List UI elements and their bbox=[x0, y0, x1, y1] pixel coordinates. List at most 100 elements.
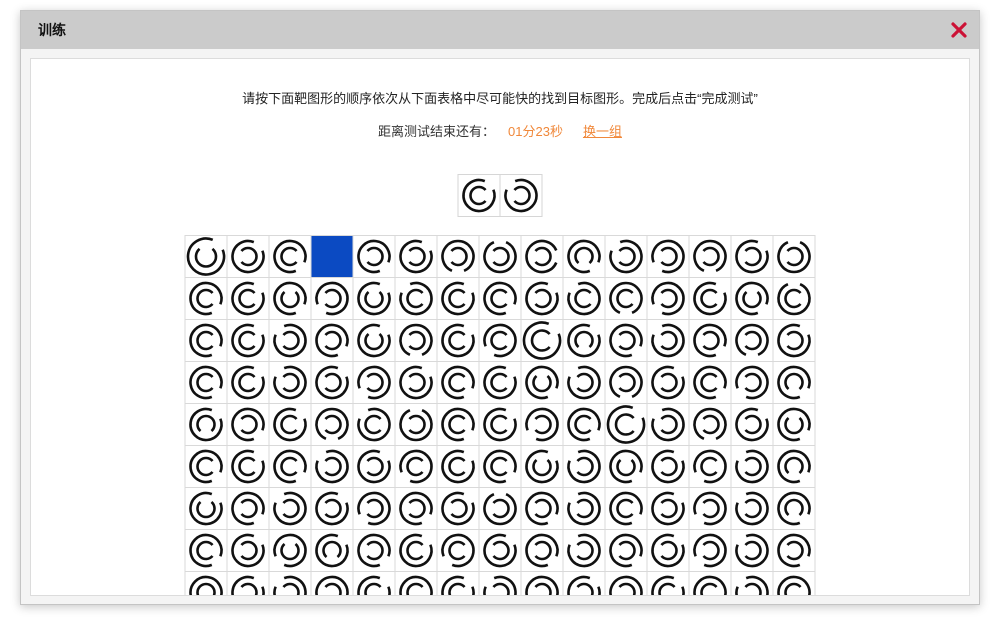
grid-cell[interactable] bbox=[436, 277, 480, 320]
grid-cell[interactable] bbox=[478, 529, 522, 572]
grid-cell[interactable] bbox=[604, 235, 648, 278]
grid-cell[interactable] bbox=[268, 235, 312, 278]
grid-cell[interactable] bbox=[478, 361, 522, 404]
grid-cell[interactable] bbox=[646, 319, 690, 362]
grid-cell[interactable] bbox=[604, 529, 648, 572]
grid-cell[interactable] bbox=[646, 445, 690, 488]
grid-cell[interactable] bbox=[184, 403, 228, 446]
grid-cell[interactable] bbox=[688, 319, 732, 362]
grid-cell[interactable] bbox=[310, 571, 354, 595]
grid-cell[interactable] bbox=[688, 277, 732, 320]
grid-cell[interactable] bbox=[226, 361, 270, 404]
grid-cell[interactable] bbox=[604, 277, 648, 320]
grid-cell[interactable] bbox=[310, 529, 354, 572]
grid-cell[interactable] bbox=[394, 571, 438, 595]
grid-cell[interactable] bbox=[184, 487, 228, 530]
grid-cell[interactable] bbox=[352, 529, 396, 572]
grid-cell[interactable] bbox=[520, 403, 564, 446]
grid-cell[interactable] bbox=[478, 319, 522, 362]
grid-cell[interactable] bbox=[520, 487, 564, 530]
grid-cell[interactable] bbox=[436, 235, 480, 278]
close-button[interactable] bbox=[950, 21, 968, 39]
grid-cell[interactable] bbox=[688, 403, 732, 446]
grid-cell[interactable] bbox=[226, 529, 270, 572]
grid-cell[interactable] bbox=[646, 235, 690, 278]
grid-cell[interactable] bbox=[688, 235, 732, 278]
grid-cell[interactable] bbox=[436, 529, 480, 572]
grid-cell[interactable] bbox=[688, 487, 732, 530]
grid-cell[interactable] bbox=[226, 277, 270, 320]
grid-cell[interactable] bbox=[520, 445, 564, 488]
grid-cell[interactable] bbox=[520, 277, 564, 320]
grid-cell[interactable] bbox=[730, 445, 774, 488]
grid-cell[interactable] bbox=[646, 529, 690, 572]
grid-cell[interactable] bbox=[268, 361, 312, 404]
grid-cell[interactable] bbox=[436, 571, 480, 595]
grid-cell[interactable] bbox=[268, 487, 312, 530]
grid-cell[interactable] bbox=[268, 445, 312, 488]
grid-cell[interactable] bbox=[268, 529, 312, 572]
grid-cell[interactable] bbox=[436, 361, 480, 404]
grid-cell[interactable] bbox=[562, 445, 606, 488]
grid-cell[interactable] bbox=[478, 235, 522, 278]
grid-cell[interactable] bbox=[646, 403, 690, 446]
grid-cell-selected[interactable] bbox=[310, 235, 354, 278]
grid-cell[interactable] bbox=[730, 235, 774, 278]
grid-cell[interactable] bbox=[226, 487, 270, 530]
grid-cell[interactable] bbox=[226, 319, 270, 362]
grid-cell[interactable] bbox=[352, 487, 396, 530]
grid-cell[interactable] bbox=[562, 235, 606, 278]
grid-cell[interactable] bbox=[604, 445, 648, 488]
grid-cell[interactable] bbox=[520, 235, 564, 278]
grid-cell[interactable] bbox=[226, 445, 270, 488]
grid-cell[interactable] bbox=[436, 487, 480, 530]
grid-cell[interactable] bbox=[478, 445, 522, 488]
grid-cell[interactable] bbox=[688, 571, 732, 595]
grid-cell[interactable] bbox=[394, 361, 438, 404]
grid-cell[interactable] bbox=[730, 487, 774, 530]
grid-cell[interactable] bbox=[604, 361, 648, 404]
grid-cell[interactable] bbox=[394, 487, 438, 530]
grid-cell[interactable] bbox=[184, 235, 228, 278]
grid-cell[interactable] bbox=[730, 361, 774, 404]
grid-cell[interactable] bbox=[478, 487, 522, 530]
grid-cell[interactable] bbox=[184, 445, 228, 488]
grid-cell[interactable] bbox=[226, 571, 270, 595]
grid-cell[interactable] bbox=[436, 403, 480, 446]
grid-cell[interactable] bbox=[184, 361, 228, 404]
grid-cell[interactable] bbox=[268, 571, 312, 595]
grid-cell[interactable] bbox=[352, 445, 396, 488]
grid-cell[interactable] bbox=[688, 445, 732, 488]
grid-cell[interactable] bbox=[730, 319, 774, 362]
grid-cell[interactable] bbox=[394, 529, 438, 572]
grid-cell[interactable] bbox=[604, 319, 648, 362]
grid-cell[interactable] bbox=[436, 319, 480, 362]
grid-cell[interactable] bbox=[310, 319, 354, 362]
grid-cell[interactable] bbox=[310, 445, 354, 488]
grid-cell[interactable] bbox=[772, 361, 816, 404]
grid-cell[interactable] bbox=[604, 571, 648, 595]
grid-cell[interactable] bbox=[478, 403, 522, 446]
grid-cell[interactable] bbox=[772, 403, 816, 446]
grid-cell[interactable] bbox=[394, 445, 438, 488]
grid-cell[interactable] bbox=[352, 277, 396, 320]
grid-cell[interactable] bbox=[478, 277, 522, 320]
grid-cell[interactable] bbox=[772, 277, 816, 320]
grid-cell[interactable] bbox=[478, 571, 522, 595]
grid-cell[interactable] bbox=[604, 487, 648, 530]
grid-cell[interactable] bbox=[310, 403, 354, 446]
grid-cell[interactable] bbox=[394, 235, 438, 278]
grid-cell[interactable] bbox=[772, 571, 816, 595]
grid-cell[interactable] bbox=[184, 571, 228, 595]
grid-cell[interactable] bbox=[562, 361, 606, 404]
grid-cell[interactable] bbox=[520, 361, 564, 404]
grid-cell[interactable] bbox=[646, 487, 690, 530]
grid-cell[interactable] bbox=[772, 319, 816, 362]
grid-cell[interactable] bbox=[562, 403, 606, 446]
grid-cell[interactable] bbox=[268, 319, 312, 362]
grid-cell[interactable] bbox=[730, 571, 774, 595]
grid-cell[interactable] bbox=[184, 277, 228, 320]
grid-cell[interactable] bbox=[646, 361, 690, 404]
grid-cell[interactable] bbox=[772, 445, 816, 488]
grid-cell[interactable] bbox=[352, 571, 396, 595]
